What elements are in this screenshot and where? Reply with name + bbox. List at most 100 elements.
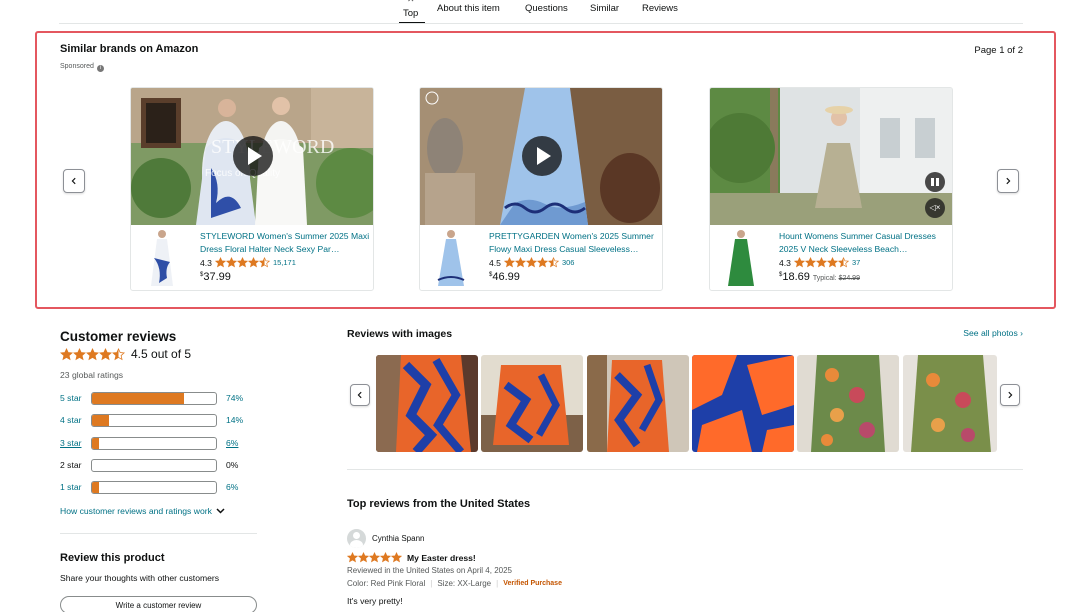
product-video[interactable]: STYLEWORD Focus on Quality — [131, 88, 373, 225]
review-headline[interactable]: My Easter dress! — [407, 553, 476, 563]
product-title-link[interactable]: PRETTYGARDEN Women's 2025 Summer Flowy M… — [489, 230, 661, 255]
sponsored-title: Similar brands on Amazon — [60, 43, 199, 55]
histogram-label[interactable]: 3 star — [60, 438, 82, 448]
histogram-label[interactable]: 5 star — [60, 393, 82, 403]
product-video[interactable] — [420, 88, 662, 225]
how-reviews-work-link[interactable]: How customer reviews and ratings work — [60, 506, 225, 516]
star-rating-icon — [347, 552, 402, 563]
chevron-down-icon — [216, 508, 225, 514]
product-price: $46.99 — [489, 271, 520, 283]
histogram-label: 2 star — [60, 460, 82, 470]
carousel-prev-button[interactable] — [63, 169, 85, 193]
histogram-row-2: 2 star 0% — [60, 459, 260, 473]
product-video[interactable]: ◁× — [710, 88, 952, 225]
product-rating: 4.5 306 — [489, 257, 574, 268]
review-body: It's very pretty! — [347, 596, 403, 606]
histogram-fill — [92, 415, 110, 426]
review-image[interactable] — [376, 355, 478, 452]
sponsored-card[interactable]: ◁× Hount Womens Summer Casual Dresses 20… — [709, 87, 953, 291]
rating-count[interactable]: 15,171 — [273, 258, 296, 267]
typical-price: Typical: $24.99 — [813, 275, 860, 282]
how-reviews-work-text: How customer reviews and ratings work — [60, 506, 212, 516]
histogram-bar — [91, 414, 217, 427]
top-reviews-title: Top reviews from the United States — [347, 498, 531, 510]
histogram-bar — [91, 437, 217, 450]
average-rating[interactable]: 4.5 out of 5 — [60, 347, 191, 361]
chevron-left-icon — [71, 177, 76, 185]
sponsored-label: Sponsored i — [60, 63, 104, 72]
avatar — [347, 529, 366, 548]
product-price: $18.69 Typical: $24.99 — [779, 271, 860, 283]
product-title-link[interactable]: Hount Womens Summer Casual Dresses 2025 … — [779, 230, 951, 255]
rating-count[interactable]: 37 — [852, 258, 860, 267]
review-product-subtitle: Share your thoughts with other customers — [60, 573, 220, 583]
histogram-percent[interactable]: 14% — [226, 415, 243, 425]
star-rating-icon[interactable] — [793, 257, 849, 268]
product-thumbnail — [426, 228, 476, 289]
histogram-fill — [92, 393, 184, 404]
review-images-next-button[interactable] — [1000, 384, 1020, 406]
histogram-label[interactable]: 1 star — [60, 482, 82, 492]
chevron-left-icon — [357, 391, 362, 399]
product-title-link[interactable]: STYLEWORD Women's Summer 2025 Maxi Dress… — [200, 230, 372, 255]
reviewer-profile[interactable]: Cynthia Spann — [347, 529, 424, 548]
mute-icon[interactable]: ◁× — [925, 198, 945, 218]
rating-count[interactable]: 306 — [562, 258, 575, 267]
sponsored-card[interactable]: STYLEWORD Focus on Quality STYLEWORD Wom… — [130, 87, 374, 291]
top-nav: ✕ Top About this item Questions Similar … — [0, 0, 1080, 24]
customer-reviews-title: Customer reviews — [60, 329, 177, 344]
histogram-row-5[interactable]: 5 star 74% — [60, 392, 260, 406]
typical-label: Typical: — [812, 275, 837, 282]
tab-similar[interactable]: Similar — [590, 3, 619, 14]
carousel-next-button[interactable] — [997, 169, 1019, 193]
video-frame-image — [710, 88, 952, 225]
histogram-fill — [92, 438, 100, 449]
product-price: $37.99 — [200, 271, 231, 283]
histogram-fill — [92, 482, 100, 493]
see-all-photos-link[interactable]: See all photos › — [963, 328, 1023, 338]
chevron-up-icon: ✕ — [407, 0, 415, 5]
rating-value: 4.5 — [489, 257, 501, 268]
divider — [60, 533, 257, 534]
pause-icon[interactable] — [925, 172, 945, 192]
sponsored-card[interactable]: PRETTYGARDEN Women's 2025 Summer Flowy M… — [419, 87, 663, 291]
histogram-percent: 0% — [226, 460, 239, 470]
review-color[interactable]: Color: Red Pink Floral — [347, 579, 425, 588]
tab-reviews[interactable]: Reviews — [642, 3, 678, 14]
verified-purchase-badge: Verified Purchase — [503, 580, 562, 587]
tab-top[interactable]: ✕ Top — [399, 0, 425, 24]
see-all-photos-text: See all photos — [963, 328, 1018, 338]
review-image[interactable] — [587, 355, 689, 452]
histogram-row-4[interactable]: 4 star 14% — [60, 414, 260, 428]
histogram-label[interactable]: 4 star — [60, 415, 82, 425]
star-rating-icon[interactable] — [503, 257, 559, 268]
tab-questions[interactable]: Questions — [525, 3, 568, 14]
chevron-right-icon — [1008, 391, 1013, 399]
play-icon[interactable] — [522, 136, 562, 176]
histogram-row-1[interactable]: 1 star 6% — [60, 481, 260, 495]
histogram-percent[interactable]: 6% — [226, 482, 238, 492]
sponsored-text: Sponsored — [60, 63, 94, 70]
price-value: 37.99 — [203, 271, 231, 283]
review-image[interactable] — [903, 355, 997, 452]
play-icon[interactable] — [233, 136, 273, 176]
star-rating-icon — [60, 347, 125, 361]
star-rating-icon[interactable] — [214, 257, 270, 268]
histogram-row-3[interactable]: 3 star 6% — [60, 437, 260, 451]
histogram-percent[interactable]: 6% — [226, 438, 238, 448]
rating-value: 4.3 — [200, 257, 212, 268]
reviewer-name: Cynthia Spann — [372, 534, 425, 543]
review-image[interactable] — [481, 355, 583, 452]
global-ratings-count: 23 global ratings — [60, 370, 124, 380]
review-image[interactable] — [797, 355, 899, 452]
price-value: 18.69 — [782, 271, 810, 283]
product-thumbnail — [137, 228, 187, 289]
review-image[interactable] — [692, 355, 794, 452]
histogram-percent[interactable]: 74% — [226, 393, 243, 403]
info-icon[interactable]: i — [96, 65, 104, 72]
review-size[interactable]: Size: XX-Large — [437, 579, 491, 588]
price-value: 46.99 — [492, 271, 520, 283]
review-images-prev-button[interactable] — [350, 384, 370, 406]
write-review-button[interactable]: Write a customer review — [60, 596, 257, 612]
tab-about[interactable]: About this item — [437, 3, 500, 14]
